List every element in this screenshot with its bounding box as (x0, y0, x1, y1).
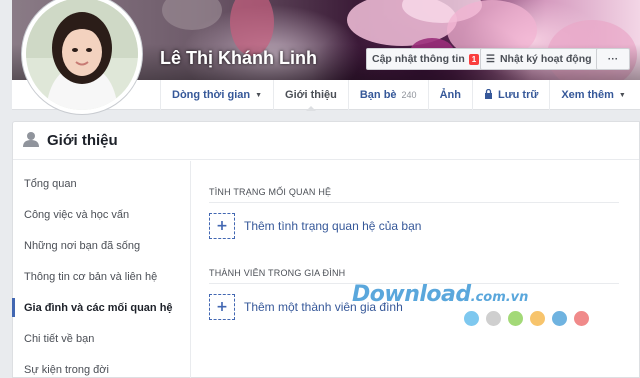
activity-log-label: Nhật ký hoạt động (499, 53, 592, 65)
tab-label: Giới thiệu (285, 89, 337, 101)
about-panel: Giới thiệu Tổng quan Công việc và học vấ… (12, 121, 640, 378)
watermark-dots (464, 311, 592, 326)
friend-count: 240 (401, 90, 417, 100)
add-relationship-row[interactable]: + Thêm tình trạng quan hệ của bạn (209, 212, 619, 240)
tab-label: Xem thêm (561, 89, 614, 101)
watermark-suffix: .com.vn (470, 290, 529, 305)
panel-title: Giới thiệu (47, 132, 118, 149)
tab-archive[interactable]: Lưu trữ (471, 80, 549, 110)
watermark-dot (508, 311, 523, 326)
sidebar-item-overview[interactable]: Tổng quan (13, 168, 190, 199)
watermark-dot (530, 311, 545, 326)
activity-log-button[interactable]: ☰ Nhật ký hoạt động 1 (480, 48, 613, 70)
watermark-dot (574, 311, 589, 326)
person-icon (23, 131, 39, 151)
plus-icon[interactable]: + (209, 213, 235, 239)
panel-header: Giới thiệu (13, 122, 639, 160)
download-watermark: Download.com.vn (352, 282, 592, 332)
watermark-dot (464, 311, 479, 326)
sidebar-item-work-education[interactable]: Công việc và học vấn (13, 199, 190, 230)
watermark-dot (552, 311, 567, 326)
profile-name[interactable]: Lê Thị Khánh Linh (160, 48, 317, 69)
caret-down-icon: ▼ (255, 91, 263, 99)
tab-about[interactable]: Giới thiệu (273, 80, 348, 111)
plus-icon[interactable]: + (209, 294, 235, 320)
update-info-button[interactable]: Cập nhật thông tin 1 (366, 48, 486, 70)
about-sidebar: Tổng quan Công việc và học vấn Những nơi… (12, 161, 191, 378)
caret-down-icon: ▼ (618, 91, 626, 99)
tab-photos[interactable]: Ảnh (427, 80, 472, 110)
list-icon: ☰ (486, 53, 495, 65)
more-options-button[interactable]: ··· (596, 48, 630, 70)
tab-label: Ảnh (439, 89, 461, 101)
tab-friends[interactable]: Bạn bè 240 (347, 80, 428, 110)
sidebar-item-contact-info[interactable]: Thông tin cơ bản và liên hệ (13, 261, 190, 292)
lock-icon (484, 88, 493, 102)
watermark-text: Download (352, 282, 471, 307)
sidebar-item-life-events[interactable]: Sự kiện trong đời (13, 354, 190, 378)
tab-timeline[interactable]: Dòng thời gian ▼ (160, 80, 273, 110)
sidebar-item-family-relationships[interactable]: Gia đình và các mối quan hệ (12, 292, 190, 323)
tab-label: Dòng thời gian (172, 89, 251, 101)
tab-label: Bạn bè (359, 89, 397, 101)
tab-more[interactable]: Xem thêm ▼ (549, 80, 637, 110)
relationship-section-title: TÌNH TRẠNG MỐI QUAN HỆ (209, 187, 619, 203)
sidebar-item-places-lived[interactable]: Những nơi bạn đã sống (13, 230, 190, 261)
tab-label: Lưu trữ (497, 89, 539, 101)
notification-badge: 1 (468, 53, 480, 65)
more-icon: ··· (607, 53, 619, 65)
sidebar-item-details[interactable]: Chi tiết về bạn (13, 323, 190, 354)
add-relationship-link[interactable]: Thêm tình trạng quan hệ của bạn (244, 219, 421, 233)
watermark-dot (486, 311, 501, 326)
avatar-portrait (26, 0, 138, 110)
update-info-label: Cập nhật thông tin (372, 53, 465, 65)
